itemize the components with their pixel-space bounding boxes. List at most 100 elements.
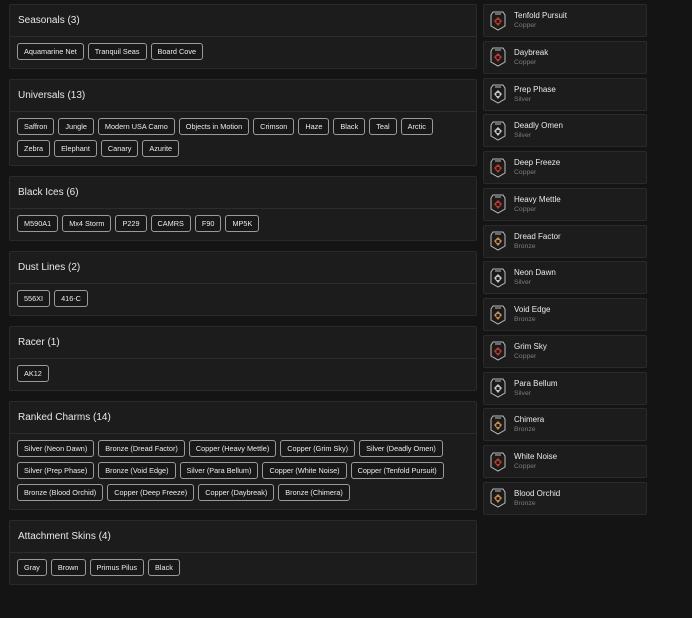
item-chip[interactable]: F90: [194, 215, 222, 232]
rank-card[interactable]: Neon Dawn Silver: [483, 261, 647, 295]
item-chip[interactable]: Crimson: [253, 118, 295, 135]
item-chip[interactable]: Aquamarine Net: [17, 43, 84, 60]
rank-text: Grim Sky Copper: [514, 342, 547, 361]
collection-section: Attachment Skins (4) Gray Brown Primus Pil…: [9, 520, 477, 585]
rank-text: Daybreak Copper: [514, 48, 548, 67]
rank-list: Tenfold Pursuit Copper Daybreak Copper P…: [483, 4, 647, 519]
rank-card[interactable]: Heavy Mettle Copper: [483, 187, 647, 221]
rank-name: Blood Orchid: [514, 488, 561, 498]
section-title: Universals (13): [10, 80, 476, 112]
collection-sections: Seasonals (3) Aquamarine Net Tranquil Sea…: [9, 4, 477, 595]
rank-badge-icon: [490, 158, 506, 178]
item-chip[interactable]: Saffron: [17, 118, 55, 135]
item-chip[interactable]: Bronze (Blood Orchid): [17, 484, 104, 501]
rank-text: Heavy Mettle Copper: [514, 195, 561, 214]
item-chip[interactable]: 556XI: [17, 290, 51, 307]
rank-card[interactable]: Tenfold Pursuit Copper: [483, 4, 647, 37]
rank-text: White Noise Copper: [514, 452, 557, 471]
item-chip[interactable]: Objects in Motion: [178, 118, 250, 135]
item-chip[interactable]: Copper (Heavy Mettle): [188, 440, 277, 457]
item-chip[interactable]: 416-C: [54, 290, 88, 307]
item-chip[interactable]: Silver (Deadly Omen): [359, 440, 443, 457]
rank-name: Deep Freeze: [514, 158, 561, 167]
item-chip[interactable]: Jungle: [58, 118, 94, 135]
rank-badge-icon: [490, 488, 506, 508]
item-chip[interactable]: Haze: [298, 118, 330, 135]
rank-tier: Silver: [514, 132, 531, 140]
item-chip[interactable]: Bronze (Void Edge): [98, 462, 176, 479]
rank-tier: Bronze: [514, 426, 536, 434]
item-chip[interactable]: Silver (Prep Phase): [17, 462, 95, 479]
rank-name: Deadly Omen: [514, 121, 563, 131]
item-chip[interactable]: Arctic: [400, 118, 433, 135]
item-chip[interactable]: Zebra: [17, 140, 51, 157]
section-title: Seasonals (3): [10, 5, 476, 37]
rank-card[interactable]: Void Edge Bronze: [483, 298, 647, 331]
item-chip[interactable]: M590A1: [17, 215, 59, 232]
rank-card[interactable]: White Noise Copper: [483, 445, 647, 478]
rank-tier: Copper: [514, 205, 537, 213]
rank-tier: Copper: [514, 169, 537, 176]
rank-tier: Bronze: [514, 499, 536, 507]
item-chip[interactable]: Modern USA Camo: [97, 118, 175, 135]
item-chip[interactable]: Black: [333, 118, 366, 135]
item-chip[interactable]: Tranquil Seas: [87, 43, 147, 60]
item-chip[interactable]: Copper (Deep Freeze): [107, 484, 195, 501]
section-items: Aquamarine Net Tranquil Seas Board Cove: [10, 37, 476, 68]
item-chip[interactable]: AK12: [17, 365, 49, 382]
rank-card[interactable]: Dread Factor Bronze: [483, 224, 647, 258]
item-chip[interactable]: Canary: [100, 140, 139, 157]
section-title: Attachment Skins (4): [10, 521, 476, 553]
section-items: M590A1 Mx4 Storm P229 CAMRS F90 MP5K: [10, 209, 476, 240]
section-items: Gray Brown Primus Pilus Black: [10, 553, 476, 584]
section-items: AK12: [10, 359, 476, 390]
rank-card[interactable]: Para Bellum Silver: [483, 371, 647, 405]
item-chip[interactable]: Bronze (Chimera): [278, 484, 350, 501]
rank-tier: Copper: [514, 22, 537, 29]
rank-card[interactable]: Blood Orchid Bronze: [483, 481, 647, 515]
rank-badge-icon: [490, 452, 506, 472]
rank-text: Para Bellum Silver: [514, 379, 558, 398]
collection-section: Racer (1) AK12: [9, 326, 477, 391]
rank-text: Neon Dawn Silver: [514, 268, 556, 287]
item-chip[interactable]: P229: [115, 215, 147, 232]
item-chip[interactable]: Copper (White Noise): [262, 462, 347, 479]
item-chip[interactable]: Gray: [17, 559, 47, 576]
item-chip[interactable]: Copper (Daybreak): [198, 484, 275, 501]
rank-name: Grim Sky: [514, 341, 547, 351]
rank-card[interactable]: Grim Sky Copper: [483, 334, 647, 368]
rank-tier: Copper: [514, 58, 537, 66]
item-chip[interactable]: Primus Pilus: [89, 559, 145, 576]
item-chip[interactable]: Elephant: [54, 140, 97, 157]
rank-card[interactable]: Chimera Bronze: [483, 408, 647, 442]
item-chip[interactable]: Mx4 Storm: [62, 215, 112, 232]
rank-card[interactable]: Deep Freeze Copper: [483, 151, 647, 184]
item-chip[interactable]: Board Cove: [150, 43, 204, 60]
item-chip[interactable]: Teal: [369, 118, 397, 135]
rank-name: Dread Factor: [514, 231, 561, 241]
rank-text: Dread Factor Bronze: [514, 232, 561, 251]
item-chip[interactable]: Black: [148, 559, 180, 576]
item-chip[interactable]: Copper (Tenfold Pursuit): [350, 462, 444, 479]
item-chip[interactable]: Copper (Grim Sky): [280, 440, 356, 457]
item-chip[interactable]: Azurite: [142, 140, 180, 157]
item-chip[interactable]: MP5K: [225, 215, 260, 232]
rank-text: Blood Orchid Bronze: [514, 489, 560, 508]
rank-name: Chimera: [514, 415, 545, 425]
rank-card[interactable]: Deadly Omen Silver: [483, 114, 647, 148]
rank-text: Chimera Bronze: [514, 415, 544, 434]
rank-text: Deep Freeze Copper: [514, 158, 560, 177]
item-chip[interactable]: CAMRS: [150, 215, 191, 232]
rank-tier: Bronze: [514, 316, 536, 323]
rank-card[interactable]: Prep Phase Silver: [483, 77, 647, 111]
item-chip[interactable]: Bronze (Dread Factor): [98, 440, 185, 457]
item-chip[interactable]: Brown: [50, 559, 86, 576]
collection-section: Universals (13) Saffron Jungle Modern USA …: [9, 79, 477, 166]
item-chip[interactable]: Silver (Para Bellum): [179, 462, 259, 479]
rank-card[interactable]: Daybreak Copper: [483, 40, 647, 74]
rank-badge-icon: [490, 194, 506, 214]
item-chip[interactable]: Silver (Neon Dawn): [17, 440, 95, 457]
rank-tier: Copper: [514, 352, 537, 360]
rank-tier: Silver: [514, 95, 531, 103]
rank-badge-icon: [490, 84, 506, 104]
